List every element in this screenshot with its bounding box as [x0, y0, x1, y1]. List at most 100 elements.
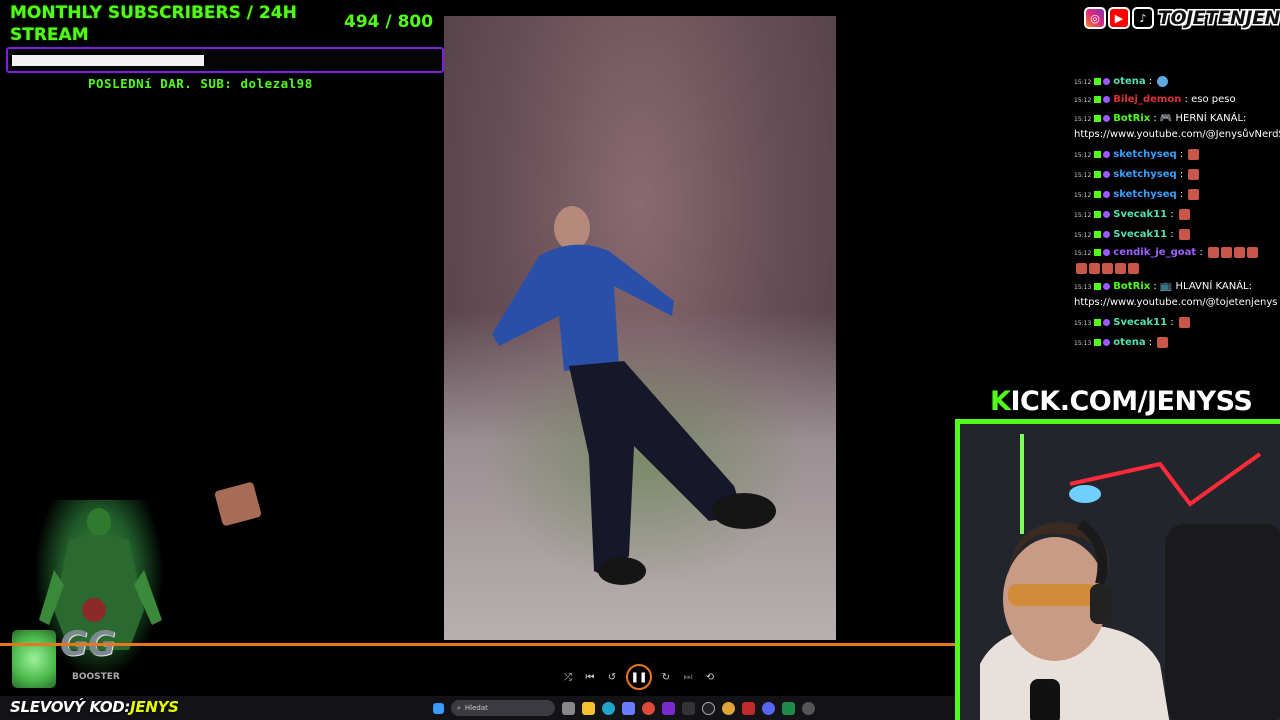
file-explorer-icon[interactable]: [582, 701, 595, 715]
chat-emote: [1233, 246, 1245, 258]
chat-separator: :: [1167, 229, 1177, 240]
chat-username[interactable]: sketchyseq: [1113, 189, 1176, 200]
chat-emote: [1076, 262, 1087, 274]
webcam-scene: [960, 424, 1280, 720]
chat-separator: :: [1181, 94, 1192, 105]
chat-username[interactable]: sketchyseq: [1113, 149, 1176, 160]
chat-separator: :: [1145, 337, 1156, 348]
chat-message: 15:12 otena :: [1074, 72, 1274, 92]
video-frame-figure: [492, 206, 776, 585]
chrome-icon-2[interactable]: [722, 701, 735, 715]
discord-icon[interactable]: [762, 701, 775, 715]
forward-icon[interactable]: ↻: [658, 669, 674, 685]
instagram-icon: ◎: [1084, 7, 1106, 29]
repeat-icon[interactable]: ⟲: [702, 669, 718, 685]
shuffle-icon[interactable]: ⤮: [560, 669, 576, 685]
chat-username[interactable]: Svecak11: [1113, 209, 1167, 220]
task-view-icon[interactable]: [562, 701, 575, 715]
pause-icon[interactable]: ❚❚: [626, 664, 652, 690]
search-icon: ⌕: [457, 703, 461, 712]
chat-username[interactable]: sketchyseq: [1113, 169, 1176, 180]
chat-message: 15:12 sketchyseq :: [1074, 185, 1274, 205]
subs-title: MONTHLY SUBSCRIBERS / 24H STREAM: [10, 3, 297, 45]
chat-panel: 15:12 otena : 15:12 Bilej_demon : eso peso…: [1074, 72, 1280, 353]
store-icon[interactable]: [622, 701, 635, 715]
sub-badge-icon: [1103, 248, 1111, 256]
chat-separator: :: [1196, 247, 1206, 258]
kick-badge-icon: [1094, 230, 1102, 238]
chat-timestamp: 15:12: [1074, 97, 1092, 104]
chat-username[interactable]: Svecak11: [1113, 229, 1167, 240]
last-sub-name: dolezal98: [240, 76, 313, 91]
excel-icon[interactable]: [782, 701, 795, 715]
sub-badge-icon: [1103, 77, 1111, 85]
chat-separator: :: [1176, 169, 1187, 180]
chat-emote: [1178, 208, 1190, 220]
chat-timestamp: 15:12: [1074, 250, 1092, 257]
sub-badge-icon: [1103, 150, 1111, 158]
chat-message: 15:13 BotRix : 📺 HLAVNÍ KANÁL: https://ww…: [1074, 279, 1277, 313]
chat-emote: [1115, 262, 1126, 274]
sub-badge-icon: [1103, 282, 1111, 290]
chat-emote: [1246, 246, 1258, 258]
chat-username[interactable]: cendik_je_goat: [1113, 247, 1196, 258]
taskbar-search-input[interactable]: ⌕ Hledat: [451, 700, 555, 716]
subs-goal: 800: [397, 12, 434, 32]
app-icon-red[interactable]: [742, 701, 755, 715]
chat-separator: :: [1176, 149, 1187, 160]
video-player[interactable]: [444, 16, 836, 640]
chat-emote: [1128, 262, 1139, 274]
sub-badge-icon: [1103, 190, 1111, 198]
chat-timestamp: 15:12: [1074, 172, 1092, 179]
kick-badge-icon: [1094, 318, 1102, 326]
windows-start-icon[interactable]: [433, 702, 444, 714]
playback-progress-bar[interactable]: [0, 643, 955, 646]
sub-badge-icon: [1103, 318, 1111, 326]
chat-separator: :: [1145, 76, 1156, 87]
chat-timestamp: 15:12: [1074, 192, 1092, 199]
chat-emote: [1188, 168, 1200, 180]
chat-username[interactable]: BotRix: [1113, 281, 1150, 292]
youtube-icon: ▶: [1108, 7, 1130, 29]
chat-username[interactable]: otena: [1113, 337, 1145, 348]
kick-url-rest: ICK.COM/JENYSS: [1010, 386, 1253, 417]
chat-timestamp: 15:12: [1074, 152, 1092, 159]
promo-label: SLEVOVÝ KOD:: [10, 698, 131, 716]
webcam-feed: [955, 419, 1280, 720]
chrome-icon[interactable]: [642, 701, 655, 715]
chat-emote: [1207, 246, 1219, 258]
sub-badge-icon: [1103, 95, 1111, 103]
obs-icon[interactable]: [702, 701, 715, 715]
kick-url: KICK.COM/JENYSS: [990, 386, 1253, 417]
chat-timestamp: 15:12: [1074, 232, 1092, 239]
floating-emote: [214, 481, 262, 527]
chat-text: eso peso: [1191, 94, 1236, 105]
edge-icon[interactable]: [602, 701, 615, 715]
chat-timestamp: 15:12: [1074, 116, 1092, 123]
kick-badge-icon: [1094, 282, 1102, 290]
taskbar-icons: ⌕ Hledat: [433, 700, 815, 716]
next-icon[interactable]: ⏭: [680, 669, 696, 685]
sub-badge-icon: [1103, 114, 1111, 122]
chat-message: 15:12 Svecak11 :: [1074, 205, 1274, 225]
player-controls: ⤮ ⏮ ↺ ❚❚ ↻ ⏭ ⟲: [560, 664, 718, 690]
chat-username[interactable]: BotRix: [1113, 113, 1150, 124]
sub-badge-icon: [1103, 210, 1111, 218]
subs-current: 494: [344, 12, 380, 32]
chat-message: 15:12 BotRix : 🎮 HERNÍ KANÁL: https://www…: [1074, 111, 1280, 145]
rewind-icon[interactable]: ↺: [604, 669, 620, 685]
app-icon-dark[interactable]: [682, 701, 695, 715]
chat-message: 15:12 cendik_je_goat :: [1074, 245, 1270, 279]
sub-badge-icon: [1103, 338, 1111, 346]
chat-message: 15:12 Svecak11 :: [1074, 225, 1274, 245]
previous-icon[interactable]: ⏮: [582, 669, 598, 685]
chat-emote: [1178, 228, 1190, 240]
kick-badge-icon: [1094, 190, 1102, 198]
chat-timestamp: 15:13: [1074, 284, 1092, 291]
chat-username[interactable]: Bilej_demon: [1113, 94, 1181, 105]
media-player-icon[interactable]: [802, 701, 815, 715]
chat-emote: [1157, 336, 1169, 348]
chat-username[interactable]: Svecak11: [1113, 317, 1167, 328]
chat-username[interactable]: otena: [1113, 76, 1145, 87]
app-icon-purple[interactable]: [662, 701, 675, 715]
